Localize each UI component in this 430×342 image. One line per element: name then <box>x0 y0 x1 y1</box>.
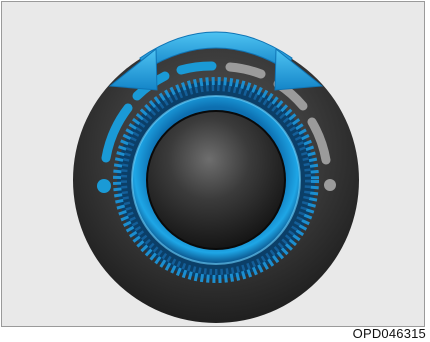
figure-code: OPD046315 <box>352 326 426 341</box>
position-dot-left-icon <box>97 179 111 193</box>
position-dot-right-icon <box>324 179 336 191</box>
rotary-knob-illustration <box>73 31 359 323</box>
